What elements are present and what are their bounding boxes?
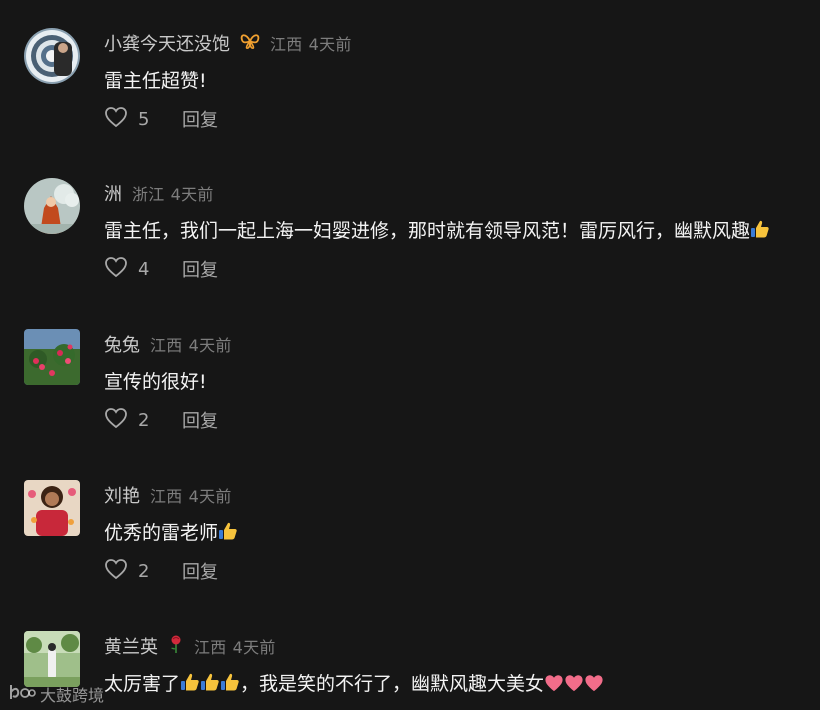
comment-location: 浙江 [132,185,165,204]
avatar[interactable] [24,631,80,687]
comment-time: 4天前 [188,487,232,506]
comment-time: 4天前 [308,35,352,54]
comment-text: 雷主任，我们一起上海一妇婴进修，那时就有领导风范！雷厉风行，幽默风趣 [104,216,770,244]
like-button[interactable]: 2 [104,407,182,433]
comment-text-part2: ，我是笑的不行了，幽默风趣大美女 [240,673,545,695]
like-button[interactable]: 4 [104,256,182,282]
thumbs-up-icon [200,672,220,697]
heart-icon [584,674,604,697]
comment-time: 4天前 [170,185,214,204]
thumbs-up-icon [750,219,770,244]
watermark-logo-icon [8,682,36,706]
thumbs-up-icon [220,672,240,697]
heart-outline-icon [104,106,128,132]
heart-outline-icon [104,558,128,584]
comment-location: 江西 [270,35,303,54]
like-count: 4 [138,258,150,280]
thumbs-up-icon [180,672,200,697]
watermark: 大鼓跨境 [8,682,104,706]
reply-button[interactable]: 回复 [182,407,218,433]
comment-text: 宣传的很好! [104,371,207,393]
heart-outline-icon [104,407,128,433]
username[interactable]: 刘艳 [104,482,140,508]
butterfly-icon [240,32,260,54]
comment-text-part1: 太厉害了 [104,673,181,695]
like-count: 2 [138,560,150,582]
comment-time: 4天前 [188,336,232,355]
username[interactable]: 洲 [104,180,122,206]
avatar[interactable] [24,28,80,84]
reply-button[interactable]: 回复 [182,256,218,282]
rose-icon [168,634,184,658]
avatar-image [24,329,80,385]
comment-text-content: 雷主任，我们一起上海一妇婴进修，那时就有领导风范！雷厉风行，幽默风趣 [104,220,751,242]
avatar[interactable] [24,178,80,234]
comment-location: 江西 [194,638,227,657]
reply-button[interactable]: 回复 [182,106,218,132]
comment-location: 江西 [150,336,183,355]
comment-item: 洲 浙江 4天前 雷主任，我们一起上海一妇婴进修，那时就有领导风范！雷厉风行，幽… [0,178,820,288]
avatar[interactable] [24,480,80,536]
comment-text: 雷主任超赞! [104,70,207,92]
watermark-text: 大鼓跨境 [40,686,105,705]
avatar-image [24,480,80,536]
like-button[interactable]: 5 [104,106,182,132]
avatar-image [24,178,80,234]
comment-item: 兔兔 江西 4天前 宣传的很好! 2 回复 [0,329,820,439]
avatar-image [24,631,80,687]
comment-text-content: 优秀的雷老师 [104,522,219,544]
thumbs-up-icon [218,521,238,546]
avatar-image [24,28,80,84]
username[interactable]: 兔兔 [104,331,140,357]
reply-button[interactable]: 回复 [182,558,218,584]
like-count: 5 [138,108,150,130]
heart-outline-icon [104,256,128,282]
comment-location: 江西 [150,487,183,506]
username[interactable]: 小龚今天还没饱 [104,30,230,56]
username[interactable]: 黄兰英 [104,633,158,659]
like-count: 2 [138,409,150,431]
comment-time: 4天前 [232,638,276,657]
comment-text: 太厉害了 ，我是笑的不行了，幽默风趣大美女 [104,669,604,697]
comment-item: 刘艳 江西 4天前 优秀的雷老师 2 回复 [0,480,820,590]
comment-item: 小龚今天还没饱 江西 4天前 雷主任超赞! 5 回复 [0,28,820,138]
heart-icon [564,674,584,697]
like-button[interactable]: 2 [104,558,182,584]
comment-text: 优秀的雷老师 [104,518,238,546]
heart-icon [544,674,564,697]
comment-item: 黄兰英 江西 4天前 太厉害了 ，我是笑的不行了，幽默风趣大美女 [0,631,820,710]
avatar[interactable] [24,329,80,385]
